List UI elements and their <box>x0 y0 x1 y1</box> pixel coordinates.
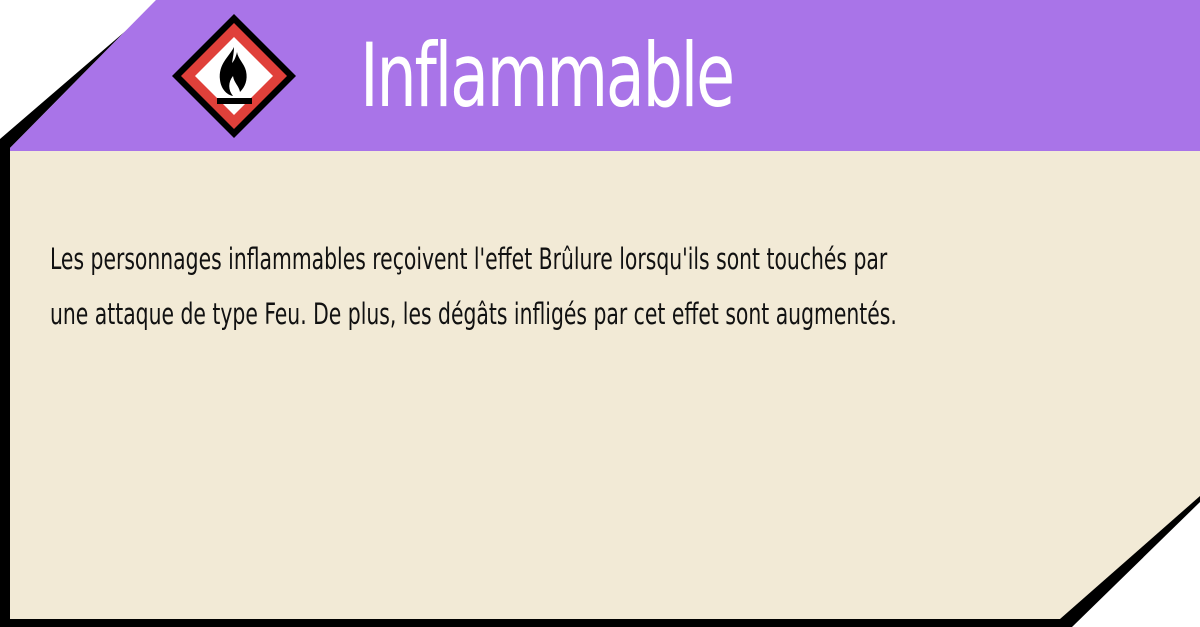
card-title: Inflammable <box>360 24 735 127</box>
status-effect-card: Inflammable Les personnages inflammables… <box>0 0 1200 627</box>
card-description: Les personnages inflammables reçoivent l… <box>50 232 1142 342</box>
description-line: Les personnages inflammables reçoivent l… <box>50 242 888 276</box>
flammable-hazard-icon <box>172 14 296 138</box>
description-line: une attaque de type Feu. De plus, les dé… <box>50 297 897 331</box>
